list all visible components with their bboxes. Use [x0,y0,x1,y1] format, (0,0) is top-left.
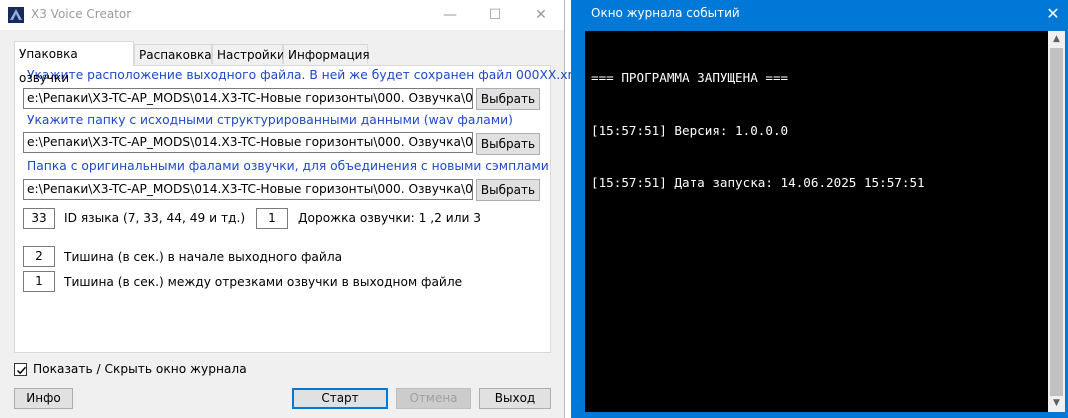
silence-start-label: Тишина (в сек.) в начале выходного файла [64,250,343,264]
scrollbar-thumb[interactable] [1050,48,1063,396]
original-browse-button[interactable]: Выбрать [476,179,540,201]
source-folder-label: Укажите папку с исходными структурирован… [27,113,513,127]
tab-settings[interactable]: Настройки [212,44,285,64]
track-label: Дорожка озвучки: 1 ,2 или 3 [298,211,482,225]
window-title: X3 Voice Creator [31,7,132,21]
log-window-title: Окно журнала событий [591,6,740,20]
log-close-button[interactable]: ✕ [1038,0,1068,28]
silence-between-label: Тишина (в сек.) между отрезками озвучки … [64,275,463,289]
original-folder-label: Папка с оригинальными фалами озвучки, дл… [27,159,549,173]
log-line: [15:57:51] Дата запуска: 14.06.2025 15:5… [591,175,925,190]
track-field[interactable]: 1 [256,208,288,229]
log-line: [15:57:51] Версия: 1.0.0.0 [591,122,789,138]
log-toggle-label[interactable]: Показать / Скрыть окно журнала [33,362,247,376]
close-button[interactable]: ✕ [518,0,564,30]
source-browse-button[interactable]: Выбрать [476,133,540,155]
tab-info[interactable]: Информация [283,44,370,64]
log-lines: === ПРОГРАММА ЗАПУЩЕНА === [15:57:51] Ве… [591,34,925,209]
tab-pack[interactable]: Упаковка озвучки [14,41,134,85]
output-browse-button[interactable]: Выбрать [476,88,540,110]
original-path-field[interactable]: e:\Репаки\X3-TC-AP_MODS\014.X3-TC-Новые … [23,179,473,200]
output-path-field[interactable]: e:\Репаки\X3-TC-AP_MODS\014.X3-TC-Новые … [23,88,473,109]
language-id-label: ID языка (7, 33, 44, 49 и тд.) [64,211,246,225]
source-path-field[interactable]: e:\Репаки\X3-TC-AP_MODS\014.X3-TC-Новые … [23,132,473,153]
checkmark-icon [16,366,27,375]
minimize-button[interactable]: — [427,0,473,30]
start-button[interactable]: Старт [292,388,388,409]
log-line: === ПРОГРАММА ЗАПУЩЕНА === [591,70,789,85]
silence-start-field[interactable]: 2 [23,246,55,267]
maximize-button[interactable]: ☐ [472,0,518,30]
scroll-up-icon[interactable]: ▲ [1048,31,1065,48]
log-toggle-checkbox[interactable] [14,363,27,376]
exit-button[interactable]: Выход [479,388,551,409]
scroll-down-icon[interactable]: ▼ [1048,395,1065,412]
tab-unpack[interactable]: Распаковка [134,44,212,64]
info-button[interactable]: Инфо [14,388,73,409]
language-id-field[interactable]: 33 [23,208,55,229]
output-file-label: Укажите расположение выходного файла. В … [27,68,583,82]
cancel-button: Отмена [396,388,471,409]
app-icon [8,7,24,23]
silence-between-field[interactable]: 1 [23,271,55,292]
